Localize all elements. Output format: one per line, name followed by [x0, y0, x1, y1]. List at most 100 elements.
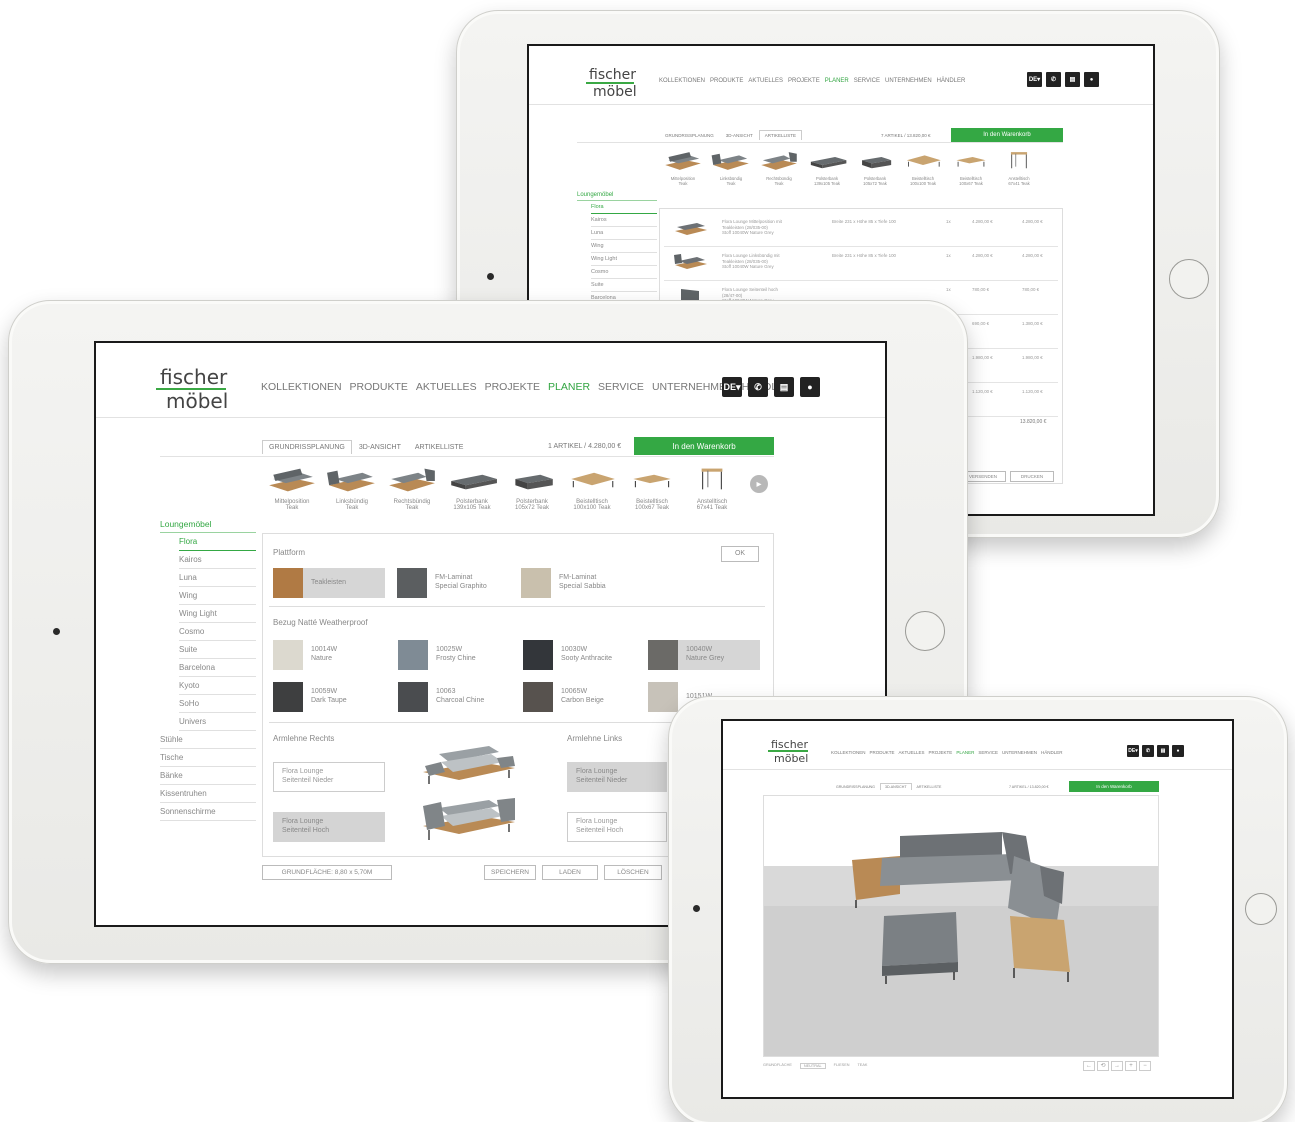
zoom-in-icon[interactable]: + — [1125, 1061, 1137, 1071]
fabric-option[interactable]: 10063 Charcoal Chine — [398, 682, 510, 712]
fabric-option[interactable]: 10030W Sooty Anthracite — [523, 640, 635, 670]
nav-projekte[interactable]: PROJEKTE — [788, 78, 820, 84]
tablet-home-button[interactable] — [1245, 893, 1277, 925]
product-item[interactable]: Polsterbank 105x72 Teak — [502, 465, 562, 511]
tab-artikelliste[interactable]: ARTIKELLISTE — [911, 783, 947, 790]
product-item[interactable]: Linksbündig Teak — [707, 150, 755, 186]
product-item[interactable]: Rechtsbündig Teak — [382, 465, 442, 511]
category-item[interactable]: Kissentruhen — [160, 785, 256, 803]
nav-produkte[interactable]: PRODUKTE — [710, 78, 743, 84]
tab-grundriss[interactable]: GRUNDRISSPLANUNG — [831, 783, 880, 790]
subcategory-item[interactable]: Wing Light — [591, 253, 657, 266]
fabric-option[interactable]: 10065W Carbon Beige — [523, 682, 635, 712]
nav-kollektionen[interactable]: KOLLEKTIONEN — [659, 78, 705, 84]
add-to-cart-button[interactable]: In den Warenkorb — [951, 128, 1063, 142]
floor-option-neutral[interactable]: NEUTRAL — [799, 1063, 826, 1069]
brand-logo[interactable]: fischer möbel — [156, 367, 228, 411]
subcategory-item[interactable]: Suite — [591, 279, 657, 292]
product-item[interactable]: Beistelltisch 100x67 Teak — [947, 150, 995, 186]
subcategory-item[interactable]: Flora — [591, 201, 657, 214]
brand-logo[interactable]: fischer möbel — [768, 739, 808, 764]
nav-haendler[interactable]: HÄNDLER — [937, 78, 966, 84]
product-item[interactable]: Rechtsbündig Teak — [755, 150, 803, 186]
nav-haendler[interactable]: HÄNDLER — [1041, 750, 1063, 755]
nav-planer[interactable]: PLANER — [825, 78, 849, 84]
tab-grundriss[interactable]: GRUNDRISSPLANUNG — [262, 440, 352, 454]
subcategory-item[interactable]: Flora — [179, 533, 256, 551]
product-item[interactable]: Mittelposition Teak — [262, 465, 322, 511]
category-title[interactable]: Loungemöbel — [160, 519, 256, 533]
product-item[interactable]: Polsterbank 139x105 Teak — [442, 465, 502, 511]
subcategory-item[interactable]: Wing — [179, 587, 256, 605]
subcategory-item[interactable]: Barcelona — [179, 659, 256, 677]
ok-button[interactable]: OK — [721, 546, 759, 562]
product-item[interactable]: Mittelposition Teak — [659, 150, 707, 186]
save-button[interactable]: SPEICHERN — [484, 865, 536, 880]
subcategory-item[interactable]: Luna — [591, 227, 657, 240]
tab-3d[interactable]: 3D-ANSICHT — [719, 130, 759, 140]
nav-produkte[interactable]: PRODUKTE — [870, 750, 895, 755]
phone-icon[interactable]: ✆ — [1142, 745, 1154, 757]
area-button[interactable]: GRUNDFLÄCHE: 8,80 x 5,70M — [262, 865, 392, 880]
language-button[interactable]: DE▾ — [1127, 745, 1139, 757]
subcategory-item[interactable]: Suite — [179, 641, 256, 659]
platform-option[interactable]: FM-Laminat Special Sabbia — [521, 568, 633, 598]
product-item[interactable]: Beistelltisch 100x100 Teak — [899, 150, 947, 186]
rotate-icon[interactable]: ⟲ — [1097, 1061, 1109, 1071]
subcategory-item[interactable]: SoHo — [179, 695, 256, 713]
print-button[interactable]: DRUCKEN — [1010, 471, 1054, 482]
phone-icon[interactable]: ✆ — [1046, 72, 1061, 87]
nav-service[interactable]: SERVICE — [854, 78, 880, 84]
product-item[interactable]: Beistelltisch 100x100 Teak — [562, 465, 622, 511]
category-item[interactable]: Stühle — [160, 731, 256, 749]
tab-artikelliste[interactable]: ARTIKELLISTE — [407, 440, 471, 454]
nav-service[interactable]: SERVICE — [978, 750, 998, 755]
floor-option-grundflaeche[interactable]: GRUNDFLÄCHE — [763, 1063, 792, 1069]
brand-logo[interactable]: fischer möbel — [586, 68, 637, 99]
cart-icon[interactable]: ▤ — [1157, 745, 1169, 757]
phone-icon[interactable]: ✆ — [748, 377, 768, 397]
zoom-out-icon[interactable]: − — [1139, 1061, 1151, 1071]
user-icon[interactable]: ● — [1172, 745, 1184, 757]
subcategory-item[interactable]: Cosmo — [591, 266, 657, 279]
category-item[interactable]: Tische — [160, 749, 256, 767]
category-item[interactable]: Bänke — [160, 767, 256, 785]
floor-option-teak[interactable]: TEAK — [857, 1063, 867, 1069]
nav-unternehmen[interactable]: UNTERNEHMEN — [1002, 750, 1037, 755]
fabric-option[interactable]: 10025W Frosty Chine — [398, 640, 510, 670]
nav-kollektionen[interactable]: KOLLEKTIONEN — [831, 750, 866, 755]
nav-projekte[interactable]: PROJEKTE — [929, 750, 953, 755]
platform-option[interactable]: Teakleisten — [273, 568, 385, 598]
platform-option[interactable]: FM-Laminat Special Graphito — [397, 568, 509, 598]
subcategory-item[interactable]: Wing — [591, 240, 657, 253]
cart-icon[interactable]: ▤ — [774, 377, 794, 397]
nav-aktuelles[interactable]: AKTUELLES — [899, 750, 925, 755]
user-icon[interactable]: ● — [1084, 72, 1099, 87]
arm-left-option[interactable]: Flora Lounge Seitenteil Hoch — [567, 812, 667, 842]
3d-viewport[interactable] — [763, 795, 1159, 1057]
product-item[interactable]: Anstelltisch 67x41 Teak — [682, 465, 742, 511]
add-to-cart-button[interactable]: In den Warenkorb — [1069, 781, 1159, 792]
product-item[interactable]: Polsterbank 105x72 Teak — [851, 150, 899, 186]
tab-artikelliste[interactable]: ARTIKELLISTE — [758, 130, 802, 140]
fabric-option[interactable]: 10014W Nature — [273, 640, 385, 670]
language-button[interactable]: DE▾ — [722, 377, 742, 397]
arrow-left-icon[interactable]: ← — [1083, 1061, 1095, 1071]
tab-3d[interactable]: 3D-ANSICHT — [879, 783, 912, 790]
arm-right-option[interactable]: Flora Lounge Seitenteil Nieder — [273, 762, 385, 792]
product-item[interactable]: Anstelltisch 67x41 Teak — [995, 150, 1043, 186]
floor-option-fliesen[interactable]: FLIESEN — [834, 1063, 850, 1069]
user-icon[interactable]: ● — [800, 377, 820, 397]
subcategory-item[interactable]: Luna — [179, 569, 256, 587]
arrow-right-icon[interactable]: → — [1111, 1061, 1123, 1071]
arm-left-option[interactable]: Flora Lounge Seitenteil Nieder — [567, 762, 667, 792]
tablet-home-button[interactable] — [1169, 259, 1209, 299]
fabric-option[interactable]: 10040W Nature Grey — [648, 640, 760, 670]
nav-planer[interactable]: PLANER — [548, 381, 590, 393]
category-title[interactable]: Loungemöbel — [577, 192, 657, 201]
nav-service[interactable]: SERVICE — [598, 381, 644, 393]
product-item[interactable]: Polsterbank 139x105 Teak — [803, 150, 851, 186]
cart-icon[interactable]: ▤ — [1065, 72, 1080, 87]
nav-aktuelles[interactable]: AKTUELLES — [416, 381, 477, 393]
product-item[interactable]: Beistelltisch 100x67 Teak — [622, 465, 682, 511]
